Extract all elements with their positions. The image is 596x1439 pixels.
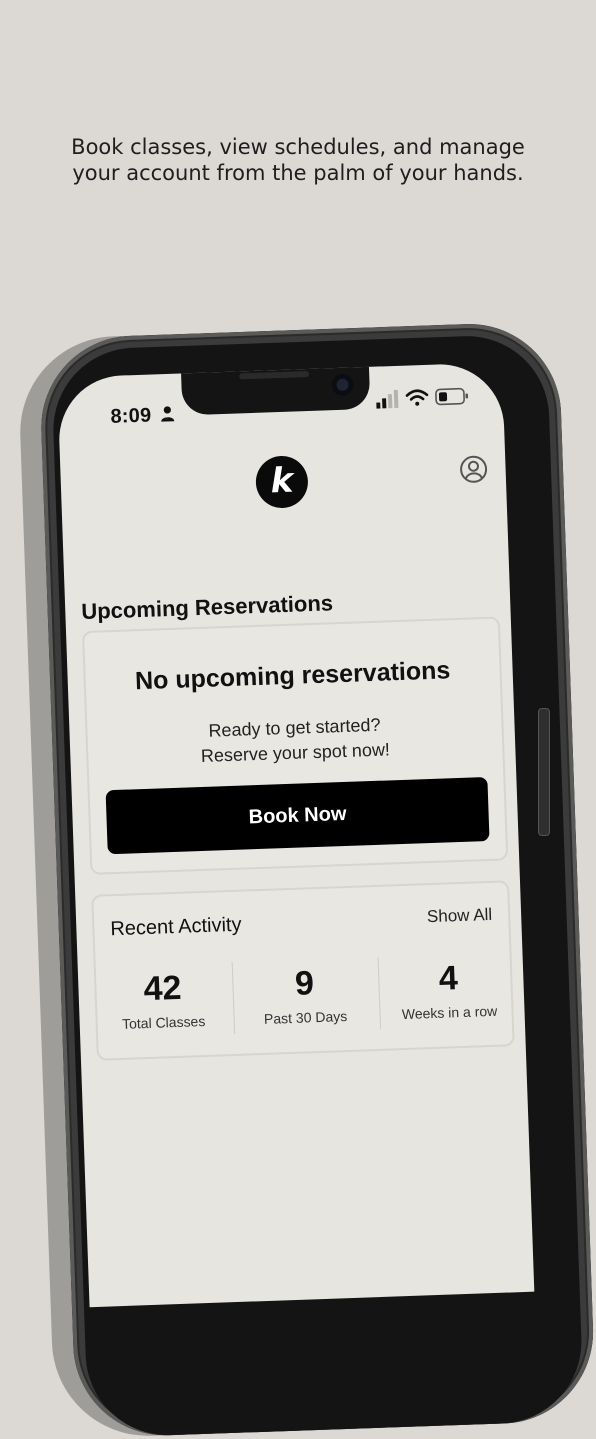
wifi-icon [405,389,429,406]
person-icon [161,406,175,422]
app-screen: 8:09 k Upcoming Reservations No upcoming… [57,362,535,1308]
stat-value: 4 [438,959,459,998]
reservations-card: No upcoming reservations Ready to get st… [81,616,509,875]
empty-state-title: No upcoming reservations [134,656,451,696]
upcoming-reservations-title: Upcoming Reservations [80,590,334,625]
speaker-grille [239,370,310,380]
battery-icon [435,387,469,406]
stat-divider [231,961,236,1034]
camera-icon [331,373,354,397]
signal-icon [376,389,399,409]
status-icons [376,387,469,409]
show-all-link[interactable]: Show All [427,905,493,927]
stat-value: 42 [142,968,183,1009]
phone-side-button [538,708,550,836]
person-circle-icon[interactable] [459,455,488,484]
stat-label: Total Classes [121,1012,206,1032]
tagline-line-2: your account from the palm of your hands… [72,161,524,185]
book-now-button[interactable]: Book Now [105,776,490,855]
tagline: Book classes, view schedules, and manage… [0,134,596,186]
stat-past-30-days: 9 Past 30 Days [244,961,366,1027]
tagline-line-1: Book classes, view schedules, and manage [71,135,525,159]
brand-logo: k [255,455,309,509]
stat-total-classes: 42 Total Classes [102,966,224,1032]
empty-state-text: Ready to get started? Reserve your spot … [87,708,502,772]
recent-activity-title: Recent Activity [110,913,242,941]
recent-activity-card: Recent Activity Show All 42 Total Classe… [91,880,515,1061]
stat-label: Weeks in a row [401,1002,498,1023]
stat-label: Past 30 Days [263,1008,348,1027]
notch [180,364,371,416]
stat-divider [377,956,382,1029]
stat-weeks-in-row: 4 Weeks in a row [388,956,510,1022]
stat-value: 9 [294,964,315,1003]
status-time: 8:09 [110,404,152,428]
